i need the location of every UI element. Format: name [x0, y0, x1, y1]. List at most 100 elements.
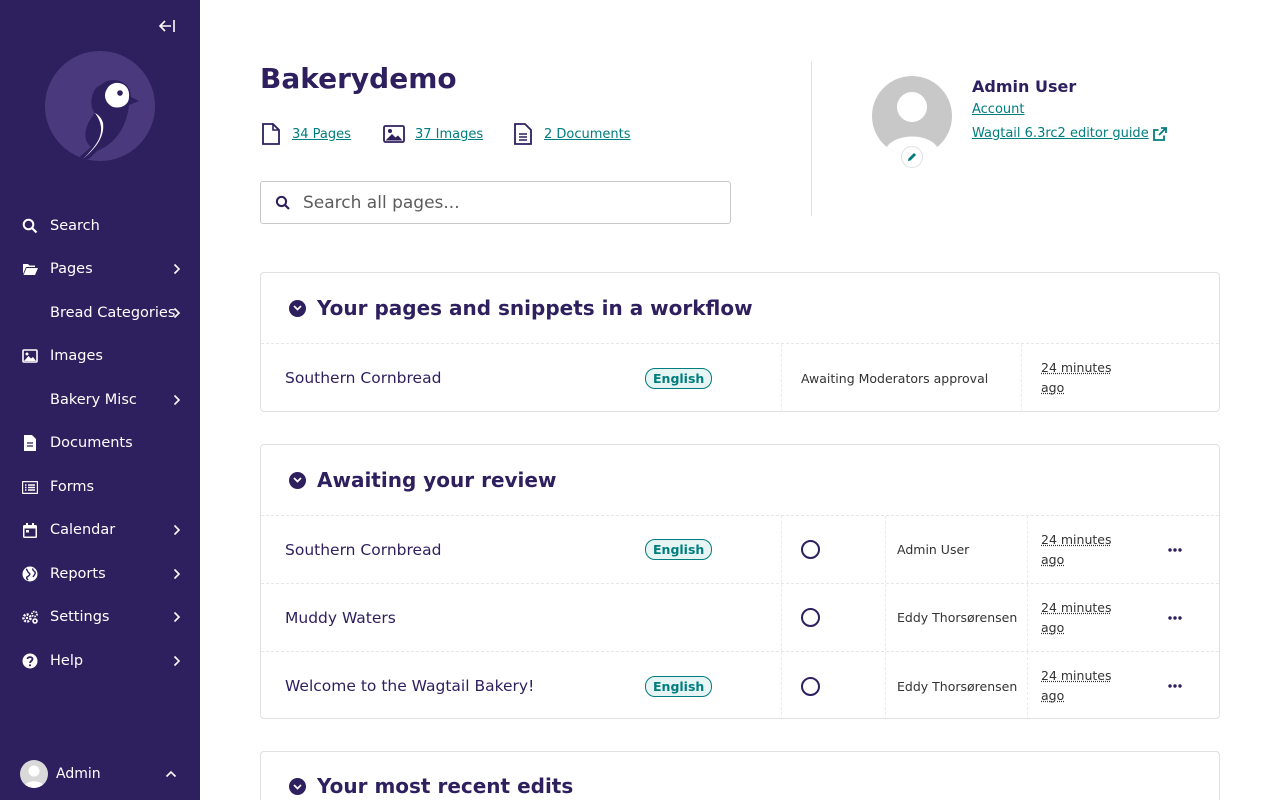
sidebar-user-label: Admin [56, 766, 101, 782]
sidebar-item-help[interactable]: Help [0, 641, 200, 681]
edit-avatar-button[interactable] [901, 146, 923, 168]
list-form-icon [21, 478, 39, 496]
updated-time: 24 minutes ago [1041, 360, 1112, 395]
sidebar-item-label: Search [50, 218, 100, 234]
collapse-sidebar-button[interactable] [157, 17, 177, 35]
pencil-icon [908, 153, 916, 161]
cogs-icon [21, 608, 39, 626]
sidebar-item-bread-categories[interactable]: Bread Categories [0, 293, 200, 333]
document-icon [21, 434, 39, 452]
row-user: Eddy Thorsørensen [897, 678, 1018, 694]
row-user: Admin User [897, 542, 970, 557]
documents-count-link[interactable]: 2 Documents [544, 127, 631, 142]
chevron-right-icon [170, 610, 184, 624]
user-name: Admin User [972, 77, 1077, 96]
updated-time: 24 minutes ago [1041, 668, 1112, 703]
workflow-panel: Your pages and snippets in a workflow So… [260, 272, 1220, 412]
review-panel-header[interactable]: Awaiting your review [261, 445, 1219, 516]
stat-pages: 34 Pages [260, 122, 351, 146]
sidebar-item-forms[interactable]: Forms [0, 467, 200, 507]
editor-guide-link[interactable]: Wagtail 6.3rc2 editor guide [972, 126, 1167, 141]
ellipsis-icon [1168, 615, 1182, 620]
ellipsis-icon [1168, 684, 1182, 688]
chevron-up-icon [164, 767, 178, 781]
document-icon [512, 122, 534, 146]
sidebar-item-label: Calendar [50, 522, 116, 538]
sidebar-item-label: Bakery Misc [50, 392, 137, 408]
images-count-link[interactable]: 37 Images [415, 127, 483, 142]
sidebar-item-documents[interactable]: Documents [0, 423, 200, 463]
recent-edits-panel-header[interactable]: Your most recent edits [261, 752, 1219, 800]
more-actions-button[interactable] [1165, 652, 1185, 720]
sidebar-item-label: Bread Categories [50, 305, 176, 321]
chevron-right-icon [170, 567, 184, 581]
editor-guide-label: Wagtail 6.3rc2 editor guide [972, 126, 1149, 141]
chevron-down-icon [289, 471, 306, 489]
ellipsis-icon [1168, 547, 1182, 552]
user-silhouette-icon [884, 92, 940, 156]
folder-open-icon [21, 260, 39, 278]
task-status-icon [801, 584, 820, 651]
page-title: Bakerydemo [260, 62, 457, 95]
sidebar-item-label: Help [50, 653, 84, 669]
stat-images: 37 Images [383, 122, 483, 146]
more-actions-button[interactable] [1165, 584, 1185, 651]
page-icon [260, 122, 282, 146]
user-silhouette-icon [24, 765, 44, 788]
chevron-right-icon [170, 262, 184, 276]
row-title-link[interactable]: Muddy Waters [285, 584, 396, 651]
chevron-right-icon [170, 393, 184, 407]
recent-edits-panel: Your most recent edits [260, 751, 1220, 800]
search-icon [21, 217, 39, 235]
chevron-down-icon [289, 778, 306, 795]
sidebar-item-settings[interactable]: Settings [0, 597, 200, 637]
task-status-icon [801, 516, 820, 583]
chevron-right-icon [170, 654, 184, 668]
sidebar-item-search[interactable]: Search [0, 206, 200, 246]
panel-title: Your most recent edits [317, 774, 574, 798]
locale-badge: English [645, 516, 713, 583]
search-icon [275, 195, 290, 210]
page-search [260, 181, 731, 224]
more-actions-button[interactable] [1165, 516, 1185, 583]
sidebar-item-reports[interactable]: Reports [0, 554, 200, 594]
sidebar-item-pages[interactable]: Pages [0, 249, 200, 289]
search-input[interactable] [303, 182, 723, 223]
sidebar-item-bakery-misc[interactable]: Bakery Misc [0, 380, 200, 420]
chevron-right-icon [170, 523, 184, 537]
wagtail-bird-icon [75, 79, 139, 161]
sidebar-item-label: Images [50, 348, 103, 364]
row-title-link[interactable]: Southern Cornbread [285, 344, 441, 412]
panel-title: Your pages and snippets in a workflow [317, 296, 753, 320]
calendar-icon [21, 521, 39, 539]
row-title-link[interactable]: Southern Cornbread [285, 516, 441, 583]
globe-icon [21, 565, 39, 583]
pages-count-link[interactable]: 34 Pages [292, 127, 351, 142]
account-link[interactable]: Account [972, 102, 1025, 117]
avatar [872, 76, 952, 156]
sidebar-item-label: Forms [50, 479, 95, 495]
table-row: Welcome to the Wagtail Bakery! English E… [261, 652, 1219, 720]
sidebar: Search Pages Bread Categories Images Bak… [0, 0, 200, 800]
review-panel: Awaiting your review Southern Cornbread … [260, 444, 1220, 720]
chevron-down-icon [289, 299, 306, 317]
external-link-icon [1152, 126, 1167, 141]
sidebar-item-calendar[interactable]: Calendar [0, 510, 200, 550]
avatar [20, 760, 48, 788]
collapse-arrow-icon [158, 20, 175, 32]
locale-badge: English [645, 344, 713, 412]
row-title-link[interactable]: Welcome to the Wagtail Bakery! [285, 652, 534, 720]
sidebar-user-menu[interactable]: Admin [0, 754, 200, 794]
task-status-icon [801, 652, 820, 720]
wagtail-logo[interactable] [45, 51, 155, 161]
header-divider [811, 61, 812, 216]
locale-badge: English [645, 652, 713, 720]
sidebar-item-images[interactable]: Images [0, 336, 200, 376]
workflow-panel-header[interactable]: Your pages and snippets in a workflow [261, 273, 1219, 344]
table-row: Muddy Waters Eddy Thorsørensen 24 minute… [261, 584, 1219, 652]
chevron-right-icon [170, 306, 184, 320]
workflow-status: Awaiting Moderators approval [801, 370, 989, 386]
updated-time: 24 minutes ago [1041, 531, 1112, 567]
panel-title: Awaiting your review [317, 468, 557, 492]
sidebar-item-label: Pages [50, 261, 93, 277]
